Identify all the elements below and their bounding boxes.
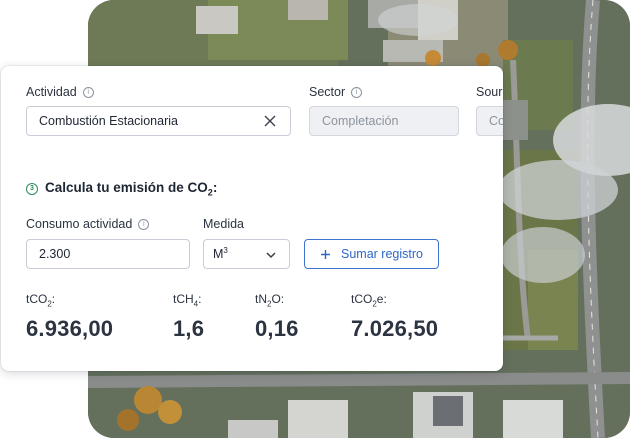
- chevron-down-icon: [266, 252, 276, 259]
- sector-select: Completación: [309, 106, 459, 136]
- metric-label-pre: tN: [255, 292, 267, 306]
- consumo-input[interactable]: 2.300: [26, 239, 190, 269]
- metric-value-tn2o: 0,16: [255, 316, 299, 341]
- info-icon[interactable]: i: [82, 86, 94, 98]
- metric-label-pre: tCO: [351, 292, 373, 306]
- metric-label-tch4: tCH4:: [173, 292, 201, 308]
- source-label: Source: [476, 85, 503, 99]
- close-icon[interactable]: [264, 115, 276, 127]
- consumo-label: Consumo actividad i: [26, 217, 150, 231]
- info-icon[interactable]: i: [138, 218, 150, 230]
- emission-calculator-card: Actividad i Combustión Estacionaria Sect…: [1, 66, 503, 371]
- medida-label-text: Medida: [203, 217, 244, 231]
- metric-label-tn2o: tN2O:: [255, 292, 284, 308]
- calc-title-suffix: :: [212, 180, 218, 195]
- metric-label-post: :: [383, 292, 387, 306]
- metric-label-tco2e: tCO2e:: [351, 292, 387, 308]
- metric-label-pre: tCO: [26, 292, 48, 306]
- metric-label-post: :: [280, 292, 285, 306]
- consumo-label-text: Consumo actividad: [26, 217, 133, 231]
- actividad-label: Actividad i: [26, 85, 94, 99]
- medida-label: Medida: [203, 217, 244, 231]
- metric-value-tch4: 1,6: [173, 316, 205, 341]
- actividad-select[interactable]: Combustión Estacionaria: [26, 106, 291, 136]
- info-icon[interactable]: i: [351, 86, 363, 98]
- actividad-label-text: Actividad: [26, 85, 77, 99]
- medida-value-base: M: [213, 247, 224, 262]
- sector-label: Sector i: [309, 85, 363, 99]
- source-value: Combustión: [489, 114, 503, 128]
- calc-title-prefix: Calcula tu emisión de CO: [45, 180, 208, 195]
- source-select: Combustión: [476, 106, 503, 136]
- medida-value: M3: [213, 246, 228, 261]
- consumo-value: 2.300: [39, 247, 71, 261]
- add-record-button[interactable]: Sumar registro: [304, 239, 439, 269]
- metric-label-post: :: [198, 292, 202, 306]
- medida-select[interactable]: M3: [203, 239, 290, 269]
- metric-label-tco2: tCO2:: [26, 292, 55, 308]
- metric-label-post: :: [51, 292, 56, 306]
- step-number-icon: 3: [26, 182, 38, 195]
- source-label-text: Source: [476, 85, 503, 99]
- medida-value-sup: 3: [223, 246, 228, 256]
- calc-section-title: 3 Calcula tu emisión de CO2:: [26, 180, 217, 198]
- add-record-label: Sumar registro: [341, 247, 423, 261]
- actividad-value: Combustión Estacionaria: [39, 114, 178, 128]
- calc-title-text: Calcula tu emisión de CO2:: [45, 180, 217, 198]
- metric-value-tco2: 6.936,00: [26, 316, 114, 341]
- sector-label-text: Sector: [309, 85, 346, 99]
- sector-value: Completación: [322, 114, 399, 128]
- metric-label-mid: O: [271, 292, 281, 306]
- metric-value-tco2e: 7.026,50: [351, 316, 439, 341]
- plus-icon: [321, 249, 330, 259]
- metric-label-pre: tCH: [173, 292, 194, 306]
